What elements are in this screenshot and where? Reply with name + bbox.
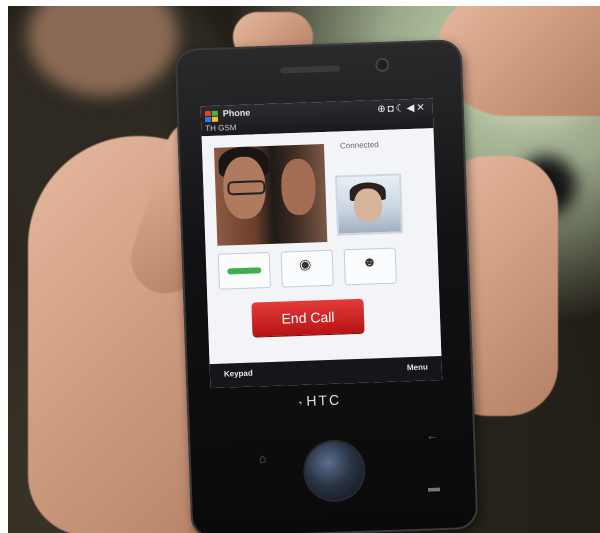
back-button[interactable]: ←	[426, 428, 438, 442]
call-status: Connected	[339, 140, 379, 151]
contacts-button[interactable]: ☻	[343, 247, 397, 286]
app-title: Phone	[222, 107, 251, 119]
video-call-area: Connected ◉ ☻ End Call	[201, 128, 442, 365]
htc-phone: Phone TH GSM ⊕◘☾◀✕ Connected ◉ ☻ End Cal…	[174, 39, 479, 533]
carrier-name: TH GSM	[205, 123, 237, 134]
earpiece-speaker	[280, 65, 341, 74]
navigation-pad[interactable]	[304, 440, 365, 501]
htc-logo-mark: ◔	[296, 397, 305, 409]
local-person-face	[353, 188, 383, 223]
mute-label	[283, 283, 333, 285]
volume-bar	[227, 267, 262, 275]
softkey-menu[interactable]: Menu	[407, 363, 428, 373]
contacts-label	[346, 281, 396, 283]
windows-start-icon[interactable]	[204, 110, 219, 123]
mute-button[interactable]: ◉	[280, 249, 334, 288]
front-camera	[374, 57, 390, 73]
phone-screen: Phone TH GSM ⊕◘☾◀✕ Connected ◉ ☻ End Cal…	[200, 98, 443, 389]
brand-name: HTC	[306, 391, 342, 409]
remote-video-feed	[214, 144, 328, 246]
contacts-icon: ☻	[361, 253, 378, 270]
brand-logo: ◔HTC	[297, 392, 342, 410]
status-icons[interactable]: ⊕◘☾◀✕	[377, 102, 427, 115]
end-call-button[interactable]: End Call	[251, 298, 365, 337]
local-video-preview	[335, 173, 404, 236]
volume-label	[220, 285, 270, 287]
volume-control-button[interactable]	[217, 251, 271, 290]
photo-background: Phone TH GSM ⊕◘☾◀✕ Connected ◉ ☻ End Cal…	[8, 6, 600, 533]
glasses	[227, 180, 266, 196]
home-button[interactable]: ⌂	[259, 451, 267, 465]
remote-second-person	[280, 158, 317, 216]
softkey-keypad[interactable]: Keypad	[224, 369, 253, 379]
mute-icon: ◉	[298, 255, 312, 272]
end-hw-button[interactable]: ▬	[428, 480, 440, 494]
